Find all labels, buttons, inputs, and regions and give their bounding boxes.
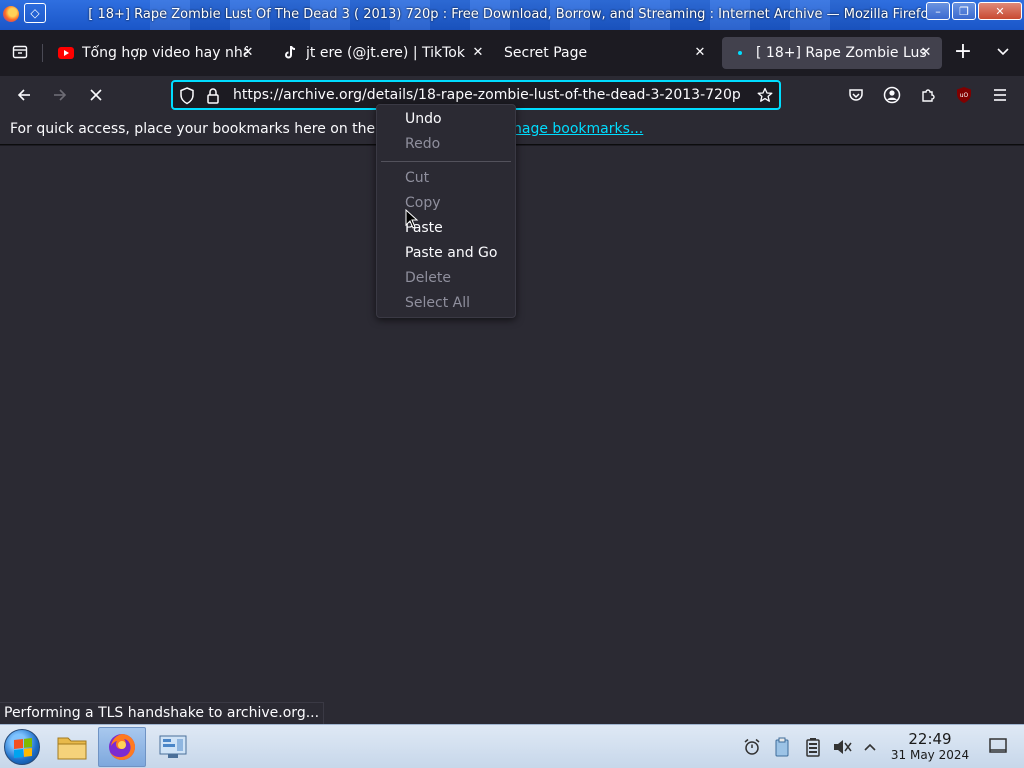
tracking-protection-shield-icon[interactable] [179,87,195,109]
tab-label: [ 18+] Rape Zombie Lust [756,45,926,61]
tab-tiktok[interactable]: jt ere (@jt.ere) | TikTok ✕ [272,37,494,69]
close-tab-icon[interactable]: ✕ [918,45,934,61]
taskbar-firefox-icon[interactable] [98,727,146,767]
minimize-button[interactable]: – [926,2,950,20]
menu-item-cut[interactable]: Cut [377,166,515,191]
tab-youtube[interactable]: Tổng hợp video hay nhất ✕ [48,37,264,69]
close-tab-icon[interactable]: ✕ [470,45,486,61]
menu-item-paste-and-go[interactable]: Paste and Go [377,241,515,266]
tab-secret-page[interactable]: Secret Page ✕ [494,37,716,69]
menu-separator [381,161,511,162]
clock-date: 31 May 2024 [890,748,970,762]
tiktok-icon [282,45,298,61]
back-arrow-icon[interactable] [12,83,36,107]
pocket-icon[interactable] [844,83,868,107]
taskbar-control-panel-icon[interactable] [150,727,198,767]
menu-item-copy[interactable]: Copy [377,191,515,216]
url-context-menu: Undo Redo Cut Copy Paste Paste and Go De… [376,104,516,318]
restore-button[interactable]: ❐ [952,2,976,20]
mouse-pointer-icon [405,208,419,233]
menu-item-select-all[interactable]: Select All [377,291,515,316]
tab-archive-active[interactable]: [ 18+] Rape Zombie Lust ✕ [722,37,942,69]
close-tab-icon[interactable]: ✕ [692,45,708,61]
stop-loading-icon[interactable] [84,83,108,107]
menu-item-paste[interactable]: Paste [377,216,515,241]
tray-alarm-clock-icon[interactable] [742,737,762,757]
hamburger-menu-icon[interactable] [988,83,1012,107]
svg-text:uO: uO [960,92,969,99]
manage-bookmarks-link[interactable]: nage bookmarks... [513,121,643,137]
loading-dot-icon [732,45,748,61]
tab-label: jt ere (@jt.ere) | TikTok [306,45,465,61]
status-bar-text: Performing a TLS handshake to archive.or… [0,702,325,724]
lock-icon[interactable] [206,87,220,109]
taskbar-file-manager-folder-icon[interactable] [48,727,96,767]
close-window-button[interactable]: ✕ [978,2,1022,20]
list-all-tabs-chevron-down-icon[interactable] [992,42,1014,64]
close-tab-icon[interactable]: ✕ [240,45,256,61]
window-titlebar: ◇ [ 18+] Rape Zombie Lust Of The Dead 3 … [0,0,1024,30]
start-button-windows-icon[interactable] [4,729,40,765]
ublock-origin-icon[interactable]: uO [952,83,976,107]
show-desktop-icon[interactable] [988,737,1008,757]
tab-bar: Tổng hợp video hay nhất ✕ jt ere (@jt.er… [0,30,1024,76]
bookmarks-empty-hint: For quick access, place your bookmarks h… [10,121,398,137]
tray-chevron-up-icon[interactable] [860,737,880,757]
menu-item-delete[interactable]: Delete [377,266,515,291]
account-icon[interactable] [880,83,904,107]
url-input[interactable]: https://archive.org/details/18-rape-zomb… [233,87,745,103]
forward-arrow-icon[interactable] [48,83,72,107]
tray-volume-muted-icon[interactable] [832,737,852,757]
tray-battery-icon[interactable] [803,737,823,757]
window-title: [ 18+] Rape Zombie Lust Of The Dead 3 ( … [88,7,936,22]
extensions-puzzle-icon[interactable] [916,83,940,107]
taskbar-clock[interactable]: 22:49 31 May 2024 [880,731,980,763]
tab-label: Secret Page [504,45,588,61]
tray-clipboard-icon[interactable] [772,737,792,757]
menu-item-undo[interactable]: Undo [377,107,515,132]
tab-list-icon[interactable] [8,40,32,64]
bookmark-star-icon[interactable] [757,87,773,107]
new-tab-button[interactable]: + [952,41,974,64]
youtube-icon [58,45,74,61]
clock-time: 22:49 [908,730,952,748]
tab-label: Tổng hợp video hay nhất [82,45,248,61]
taskbar: 22:49 31 May 2024 [0,724,1024,768]
menu-item-redo[interactable]: Redo [377,132,515,157]
